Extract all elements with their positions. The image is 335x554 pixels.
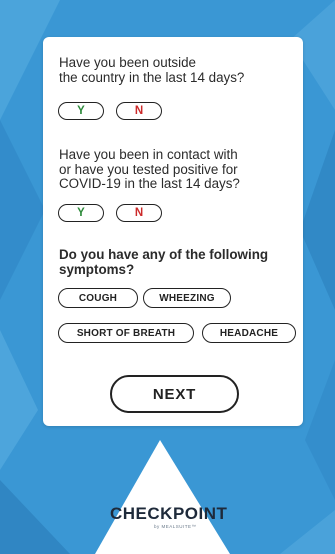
questionnaire-card: Have you been outside the country in the… (43, 37, 303, 426)
question-symptoms: Do you have any of the following symptom… (59, 247, 291, 277)
contact-yes-button[interactable]: Y (58, 204, 104, 222)
question-contact-line2: or have you tested positive for (59, 161, 238, 177)
question-contact-line1: Have you been in contact with (59, 147, 238, 162)
brand-sub: by MEALSUITE™ (154, 524, 197, 529)
symptom-headache-chip[interactable]: HEADACHE (202, 323, 296, 343)
symptom-short-of-breath-chip[interactable]: SHORT OF BREATH (58, 323, 194, 343)
brand-logo: CHECKPOINT by MEALSUITE™ (110, 504, 228, 530)
travel-yes-button[interactable]: Y (58, 102, 104, 120)
question-contact-line3: COVID-19 in the last 14 days? (59, 176, 240, 191)
question-travel: Have you been outside the country in the… (59, 55, 291, 85)
question-contact: Have you been in contact with or have yo… (59, 147, 291, 192)
question-symptoms-line1: Do you have any of the following (59, 247, 269, 262)
next-button[interactable]: NEXT (110, 375, 239, 413)
brand-name: CHECKPOINT (110, 504, 228, 523)
question-travel-line1: Have you been outside (59, 55, 196, 70)
question-travel-line2: the country in the last 14 days? (59, 69, 245, 85)
symptom-wheezing-chip[interactable]: WHEEZING (143, 288, 231, 308)
contact-no-button[interactable]: N (116, 204, 162, 222)
travel-no-button[interactable]: N (116, 102, 162, 120)
symptom-cough-chip[interactable]: COUGH (58, 288, 138, 308)
question-symptoms-line2: symptoms? (59, 261, 135, 277)
